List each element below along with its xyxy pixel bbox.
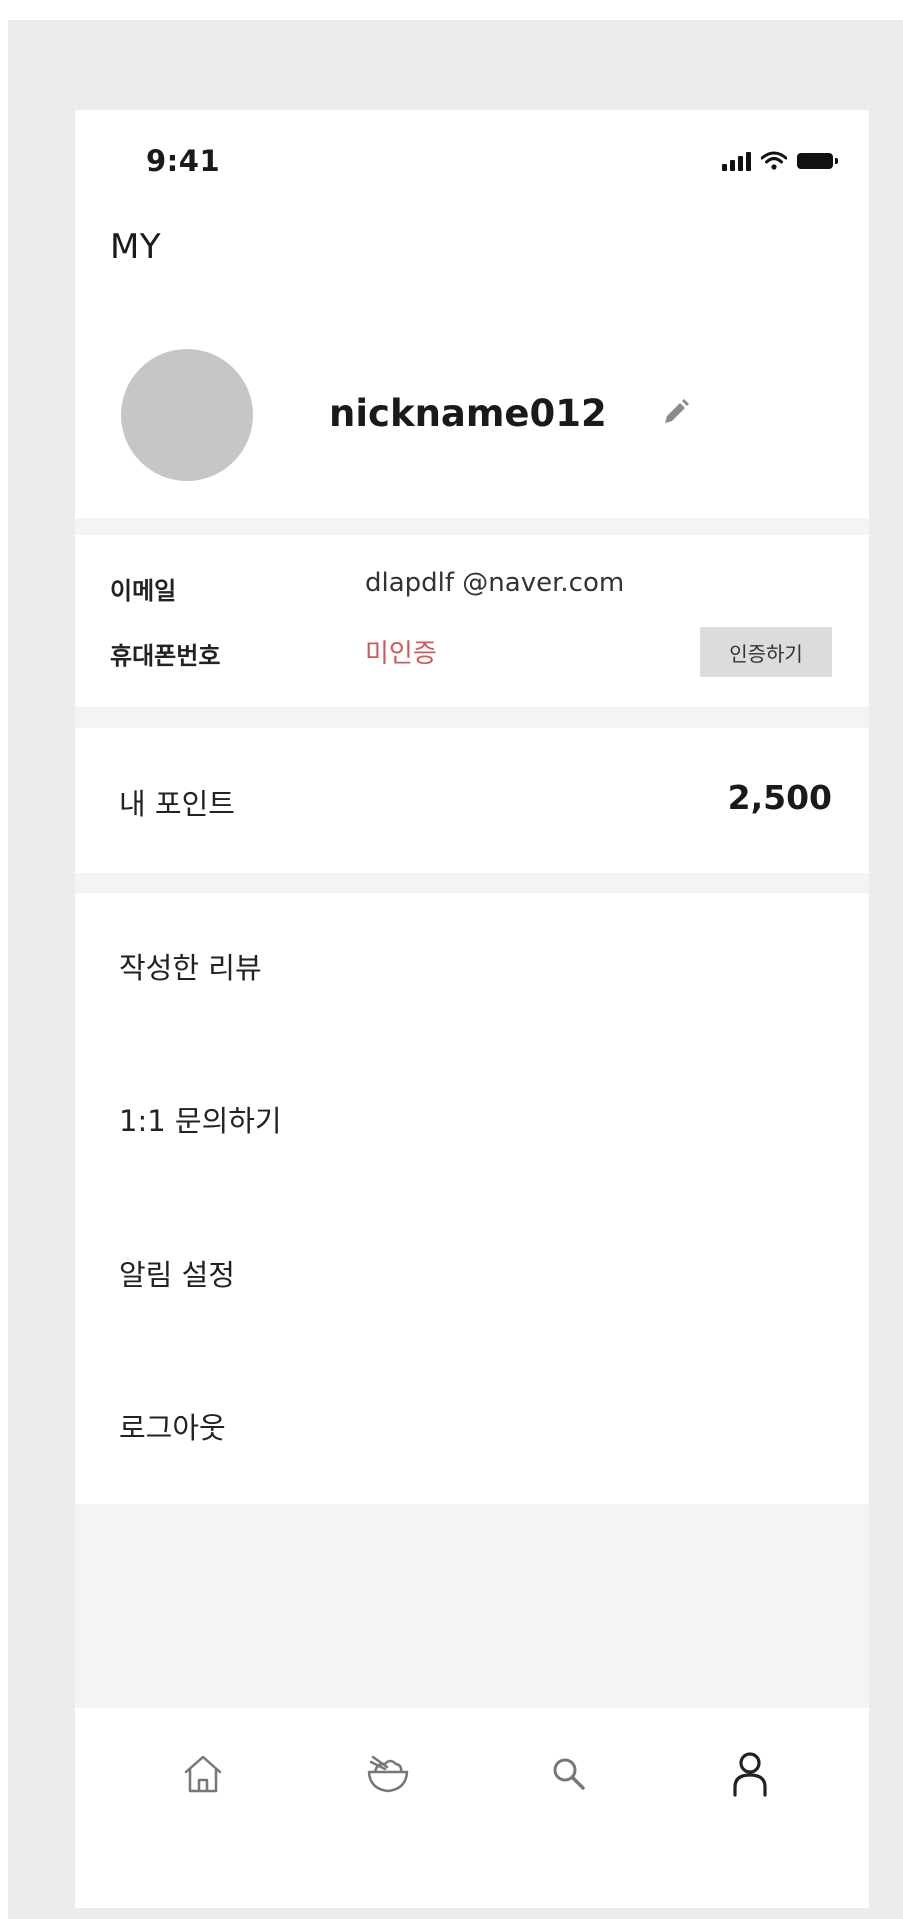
- signal-icon: [722, 151, 751, 171]
- menu-item-my-reviews[interactable]: 작성한 리뷰: [119, 938, 819, 998]
- account-info-section: 이메일 dlapdlf @naver.com 휴대폰번호 미인증 인증하기: [75, 535, 869, 707]
- menu-list: 작성한 리뷰 1:1 문의하기 알림 설정 로그아웃: [75, 893, 869, 1504]
- user-icon: [733, 1752, 767, 1797]
- search-icon: [553, 1758, 585, 1790]
- section-divider: [75, 707, 869, 728]
- nav-home[interactable]: [173, 1744, 233, 1804]
- pencil-icon: [665, 399, 689, 423]
- bowl-icon: [367, 1755, 409, 1793]
- nav-my[interactable]: [720, 1744, 780, 1804]
- page-title: MY: [110, 227, 162, 267]
- home-icon: [184, 1755, 222, 1793]
- points-section[interactable]: 내 포인트 2,500: [75, 728, 869, 873]
- status-time: 9:41: [146, 144, 221, 178]
- menu-item-inquiry[interactable]: 1:1 문의하기: [119, 1091, 819, 1151]
- nickname: nickname012: [329, 392, 607, 435]
- email-value: dlapdlf @naver.com: [365, 568, 625, 598]
- profile-section: nickname012: [75, 306, 869, 518]
- section-divider: [75, 873, 869, 893]
- edit-nickname-button[interactable]: [655, 392, 695, 432]
- device-frame: 9:41 MY nickname012 이메일 dlapdlf @naver.c…: [8, 20, 903, 1919]
- phone-status: 미인증: [365, 639, 437, 669]
- wifi-icon: [761, 151, 787, 170]
- nav-search[interactable]: [539, 1744, 599, 1804]
- points-value: 2,500: [727, 778, 832, 817]
- battery-icon: [797, 153, 838, 169]
- email-label: 이메일: [110, 577, 177, 605]
- empty-area: [75, 1504, 869, 1708]
- menu-item-logout[interactable]: 로그아웃: [119, 1398, 819, 1458]
- phone-label: 휴대폰번호: [110, 642, 221, 670]
- status-icons: [722, 150, 838, 172]
- menu-item-notification-settings[interactable]: 알림 설정: [119, 1245, 819, 1305]
- phone-screen: 9:41 MY nickname012 이메일 dlapdlf @naver.c…: [75, 110, 869, 1908]
- bottom-nav: [75, 1708, 869, 1908]
- verify-button[interactable]: 인증하기: [700, 627, 832, 677]
- avatar[interactable]: [121, 349, 253, 481]
- nav-food[interactable]: [358, 1744, 418, 1804]
- section-divider: [75, 518, 869, 535]
- points-label: 내 포인트: [119, 787, 235, 821]
